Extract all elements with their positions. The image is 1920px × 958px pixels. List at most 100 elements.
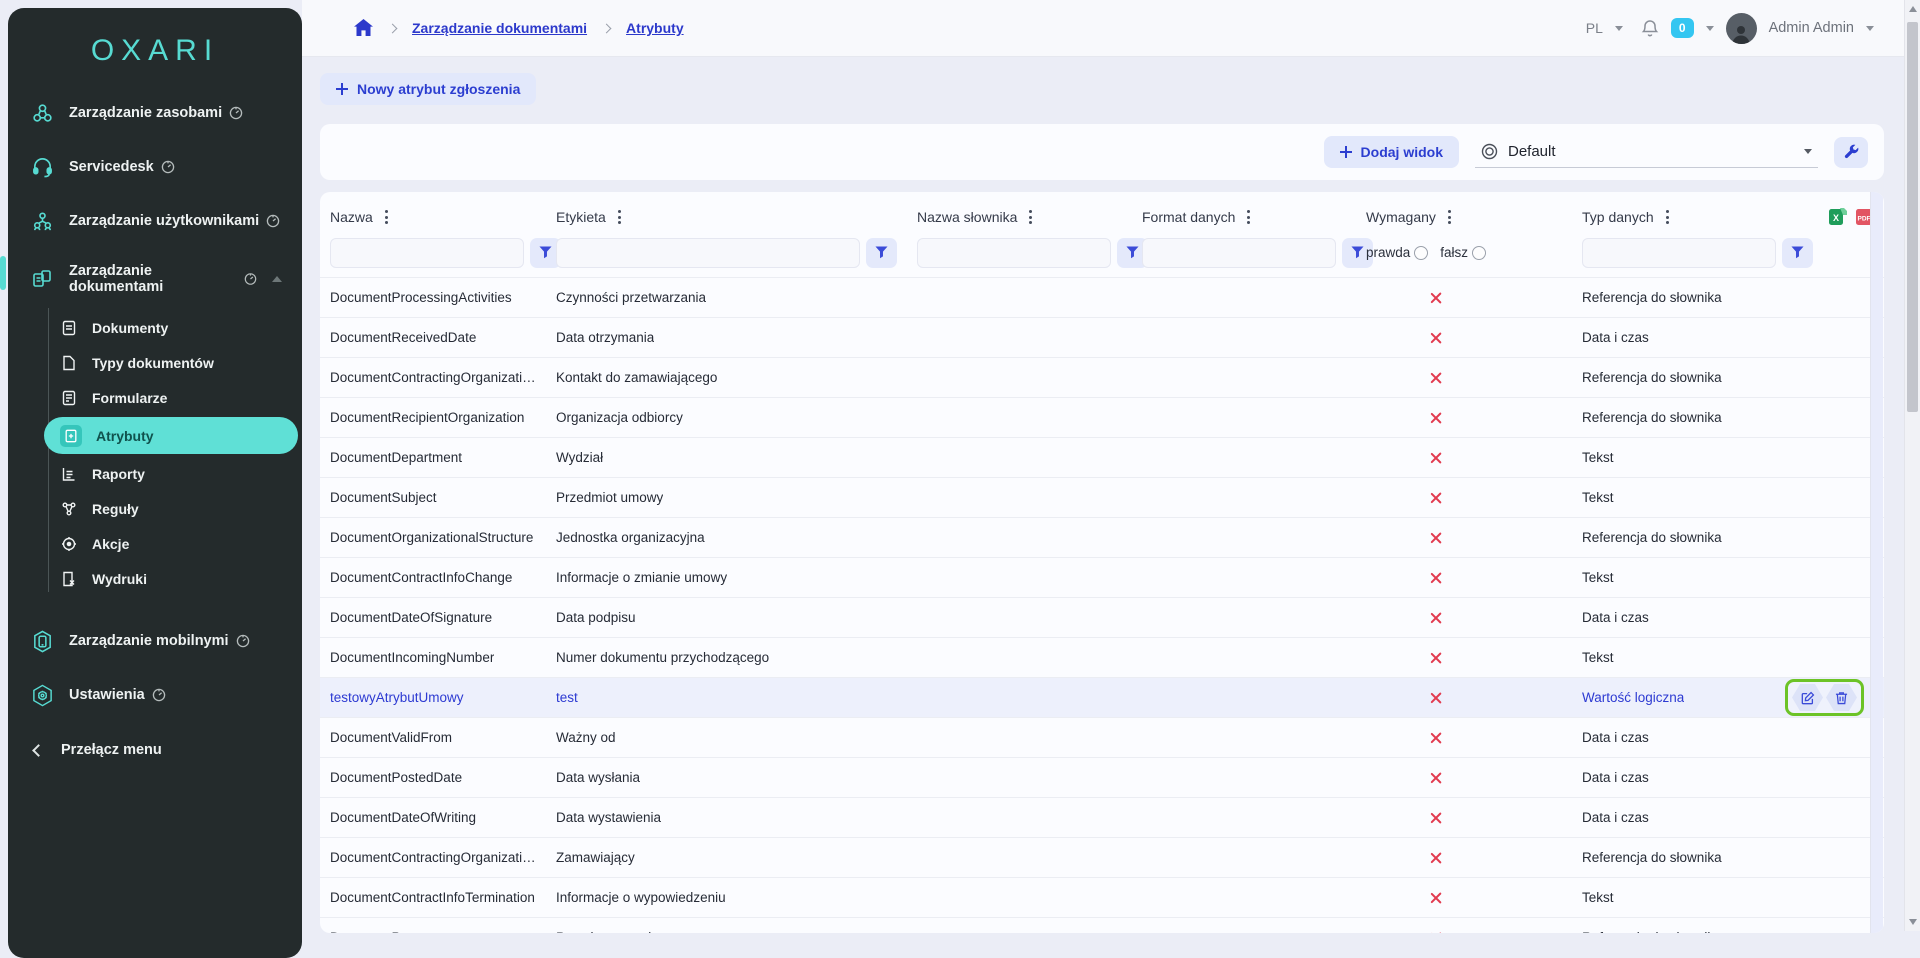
breadcrumb-link-dokumenty[interactable]: Zarządzanie dokumentami (412, 20, 587, 36)
sidebar-item-atrybuty[interactable]: Atrybuty (44, 417, 298, 454)
add-view-button[interactable]: Dodaj widok (1324, 136, 1459, 168)
user-name[interactable]: Admin Admin (1769, 20, 1854, 36)
column-menu-icon[interactable] (1245, 208, 1252, 226)
cell-etykieta: Informacje o wypowiedzeniu (556, 890, 726, 905)
filter-input-nazwa[interactable] (330, 238, 524, 268)
table-row[interactable]: DocumentDateOfSignature Data podpisu Dat… (320, 597, 1884, 637)
sidebar-item-ustawienia[interactable]: Ustawienia (8, 670, 302, 720)
sidebar-item-label: Ustawienia (69, 687, 145, 703)
table-scrollbar[interactable] (1870, 192, 1883, 933)
filter-input-format[interactable] (1142, 238, 1336, 268)
form-icon (60, 389, 78, 407)
cell-nazwa: DocumentProcessingActivities (330, 290, 512, 305)
bell-icon[interactable] (1641, 19, 1659, 38)
cell-etykieta: Czynności przetwarzania (556, 290, 706, 305)
sidebar-item-zasoby[interactable]: Zarządzanie zasobami (8, 88, 302, 138)
chevron-up-icon (272, 276, 282, 282)
sidebar-item-dokumenty[interactable]: Dokumenty (8, 310, 302, 345)
column-menu-icon[interactable] (1664, 208, 1671, 226)
chevron-down-icon[interactable] (1866, 26, 1874, 31)
cell-typ: Referencja do słownika (1582, 530, 1722, 545)
cell-etykieta: Ważny od (556, 730, 616, 745)
column-header-wymagany: Wymagany (1366, 209, 1436, 225)
sidebar-item-raporty[interactable]: Raporty (8, 456, 302, 491)
document-icon (60, 319, 78, 337)
sidebar-item-formularze[interactable]: Formularze (8, 380, 302, 415)
sidebar-item-label: Typy dokumentów (92, 355, 214, 371)
sidebar-item-mobilni[interactable]: Zarządzanie mobilnymi (8, 616, 302, 666)
filter-button[interactable] (866, 238, 897, 268)
gauge-icon (236, 634, 250, 648)
sidebar-item-akcje[interactable]: Akcje (8, 526, 302, 561)
notifications-badge: 0 (1671, 18, 1694, 38)
chevron-down-icon (1804, 149, 1812, 154)
table-row[interactable]: DocumentOrganizationalStructure Jednostk… (320, 517, 1884, 557)
chevron-down-icon[interactable] (1615, 26, 1623, 31)
table-row[interactable]: DocumentContractInfoChange Informacje o … (320, 557, 1884, 597)
cell-etykieta: Jednostka organizacyjna (556, 530, 705, 545)
chevron-down-icon[interactable] (1706, 26, 1714, 31)
avatar[interactable] (1726, 13, 1757, 44)
sidebar-item-dokumenty-group[interactable]: Zarządzanie dokumentami (8, 250, 302, 308)
table-row[interactable]: DocumentContractInfoTermination Informac… (320, 877, 1884, 917)
chevron-left-icon (32, 744, 45, 757)
table-row[interactable]: DocumentContractingOrganization Zamawiaj… (320, 837, 1884, 877)
cell-etykieta: Kontakt do zamawiającego (556, 370, 717, 385)
table-row[interactable]: DocumentPostedDate Data wysłania Data i … (320, 757, 1884, 797)
attribute-icon (60, 425, 82, 447)
required-true-radio[interactable] (1414, 246, 1428, 260)
breadcrumb-link-atrybuty[interactable]: Atrybuty (626, 20, 684, 36)
scroll-down-icon[interactable] (1909, 919, 1917, 925)
table-row[interactable]: DocumentProcessingActivities Czynności p… (320, 277, 1884, 317)
delete-row-button[interactable] (1826, 684, 1857, 711)
table-row[interactable]: DocumentContractingOrganizationCont... K… (320, 357, 1884, 397)
gauge-icon (152, 688, 166, 702)
table-row[interactable]: DocumentRecipientOrganization Organizacj… (320, 397, 1884, 437)
export-excel-icon[interactable]: X (1829, 208, 1847, 226)
required-false-label: fałsz (1440, 245, 1468, 260)
new-attribute-label: Nowy atrybut zgłoszenia (357, 81, 520, 97)
filter-input-etykieta[interactable] (556, 238, 860, 268)
sidebar-item-uzytkownicy[interactable]: Zarządzanie użytkownikami (8, 196, 302, 246)
chevron-right-icon (388, 23, 398, 33)
trash-icon (1835, 691, 1848, 705)
view-settings-button[interactable] (1834, 137, 1868, 168)
view-selector[interactable]: Default (1475, 136, 1818, 168)
required-false-icon (1429, 851, 1443, 865)
mobile-icon (30, 629, 54, 653)
cell-typ: Data i czas (1582, 810, 1649, 825)
filter-input-typ[interactable] (1582, 238, 1776, 268)
table-row[interactable]: DocumentIncomingNumber Numer dokumentu p… (320, 637, 1884, 677)
table-row[interactable]: DocumentDateOfWriting Data wystawienia D… (320, 797, 1884, 837)
column-menu-icon[interactable] (383, 208, 390, 226)
table-row[interactable]: DocumentValidFrom Ważny od Data i czas (320, 717, 1884, 757)
edit-row-button[interactable] (1792, 684, 1823, 711)
table-row[interactable]: testowyAtrybutUmowy test Wartość logiczn… (320, 677, 1884, 717)
filter-input-slownik[interactable] (917, 238, 1111, 268)
sidebar-item-wydruki[interactable]: Wydruki (8, 561, 302, 596)
table-row[interactable]: DocumentDepartment Wydział Tekst (320, 437, 1884, 477)
language-selector[interactable]: PL (1586, 20, 1603, 36)
required-false-icon (1429, 491, 1443, 505)
cell-nazwa: DocumentDateOfSignature (330, 610, 492, 625)
column-menu-icon[interactable] (616, 208, 623, 226)
cell-typ: Referencja do słownika (1582, 850, 1722, 865)
cell-etykieta: Przypisane osoby (556, 930, 663, 933)
cell-typ: Referencja do słownika (1582, 410, 1722, 425)
toggle-menu-button[interactable]: Przełącz menu (8, 720, 302, 768)
filter-button[interactable] (1782, 238, 1813, 268)
new-attribute-button[interactable]: Nowy atrybut zgłoszenia (320, 73, 536, 105)
required-false-radio[interactable] (1472, 246, 1486, 260)
sidebar-item-reguly[interactable]: Reguły (8, 491, 302, 526)
page-scrollbar[interactable] (1904, 0, 1920, 931)
column-menu-icon[interactable] (1446, 208, 1453, 226)
sidebar-item-label: Wydruki (92, 571, 147, 587)
home-icon[interactable] (354, 19, 373, 37)
table-row[interactable]: DocumentReceivedDate Data otrzymania Dat… (320, 317, 1884, 357)
scrollbar-thumb[interactable] (1907, 22, 1918, 412)
table-row[interactable]: DocumentSubject Przedmiot umowy Tekst (320, 477, 1884, 517)
sidebar-item-typy-dokumentow[interactable]: Typy dokumentów (8, 345, 302, 380)
scroll-up-icon[interactable] (1909, 6, 1917, 12)
sidebar-item-servicedesk[interactable]: Servicedesk (8, 142, 302, 192)
column-menu-icon[interactable] (1027, 208, 1034, 226)
